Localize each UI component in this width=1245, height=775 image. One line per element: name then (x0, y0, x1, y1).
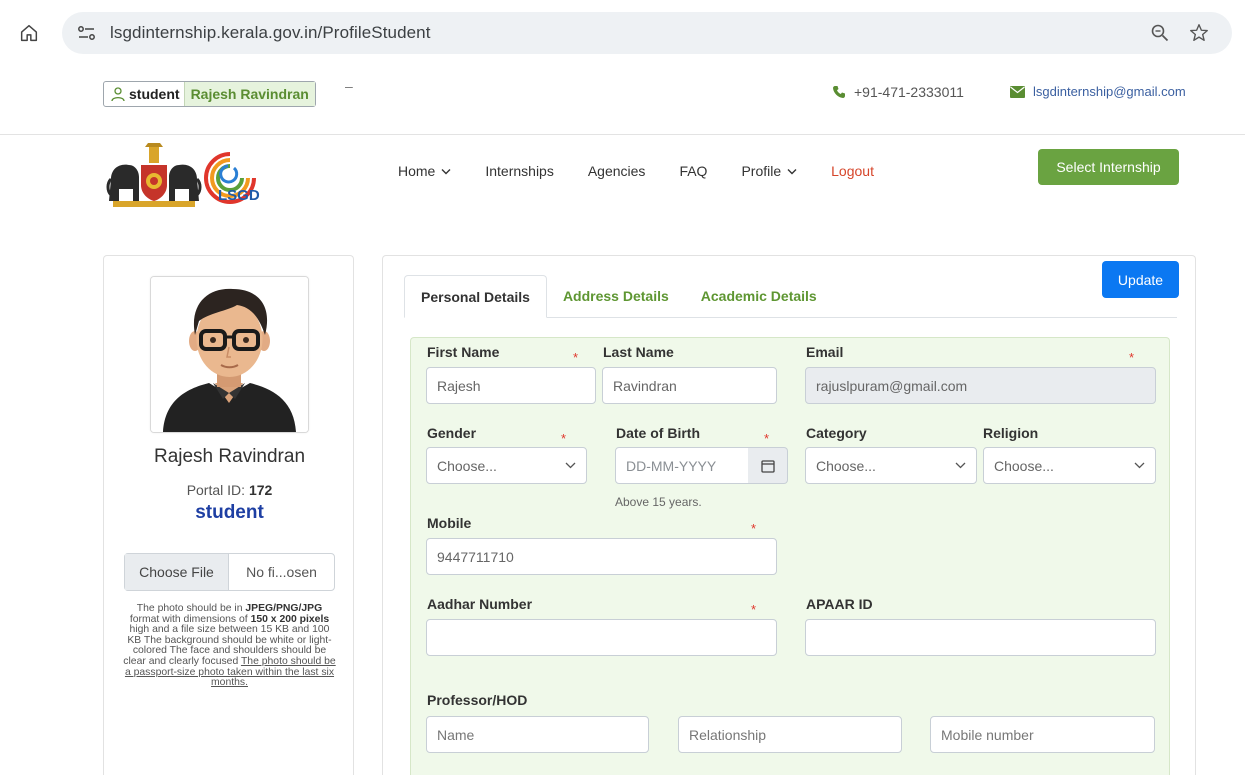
professor-label: Professor/HOD (427, 692, 528, 708)
nav-logout-label: Logout (831, 163, 874, 179)
dob-hint: Above 15 years. (615, 495, 702, 509)
bookmark-star-icon[interactable] (1188, 22, 1210, 44)
avatar-illustration (151, 277, 308, 432)
email-address: lsgdinternship@gmail.com (1033, 84, 1186, 99)
professor-mobile-input[interactable]: Mobile number (930, 716, 1155, 753)
calendar-button[interactable] (748, 447, 788, 484)
religion-select[interactable]: Choose... (983, 447, 1156, 484)
note-format: JPEG/PNG/JPG (245, 603, 323, 614)
choose-file-button[interactable]: Choose File (125, 554, 229, 590)
phone-icon (833, 86, 845, 98)
profile-role: student (195, 502, 264, 523)
photo-requirements-note: The photo should be in JPEG/PNG/JPG form… (122, 603, 337, 689)
photo-file-input[interactable]: Choose File No fi...osen (124, 553, 335, 591)
header-divider (0, 134, 1245, 135)
contact-phone[interactable]: +91-471-2333011 (832, 84, 964, 100)
category-select-value: Choose... (816, 457, 876, 474)
required-mark: * (751, 521, 757, 536)
professor-name-input[interactable]: Name (426, 716, 649, 753)
profile-sidebar: Rajesh Ravindran Portal ID: 172 student … (103, 255, 354, 775)
chevron-down-icon (565, 462, 576, 469)
email-label: Email (806, 344, 844, 360)
aadhar-label: Aadhar Number (427, 596, 533, 612)
tab-academic-details[interactable]: Academic Details (685, 275, 833, 317)
chevron-down-icon (955, 462, 966, 469)
chevron-down-icon (787, 168, 797, 174)
mobile-label: Mobile (427, 515, 472, 531)
apaar-input[interactable] (805, 619, 1156, 656)
nav-internships[interactable]: Internships (485, 163, 553, 179)
select-internship-button[interactable]: Select Internship (1038, 149, 1179, 185)
portal-id-label: Portal ID: (186, 482, 249, 498)
first-name-label: First Name (427, 344, 500, 360)
nav-logout[interactable]: Logout (831, 163, 874, 179)
dob-label: Date of Birth (616, 425, 700, 441)
first-name-input[interactable]: Rajesh (426, 367, 596, 404)
nav-profile[interactable]: Profile (741, 163, 797, 179)
required-mark: * (764, 431, 770, 446)
gender-label: Gender (427, 425, 477, 441)
file-status-text: No fi...osen (246, 564, 317, 580)
lsgd-logo[interactable]: LSGD (200, 148, 260, 208)
role-label: student (129, 86, 180, 102)
nav-agencies[interactable]: Agencies (588, 163, 646, 179)
dob-input[interactable]: DD-MM-YYYY (615, 447, 749, 484)
user-name-label: Rajesh Ravindran (183, 82, 315, 106)
envelope-icon (1010, 85, 1025, 98)
phone-number: +91-471-2333011 (854, 84, 964, 100)
email-input[interactable]: rajuslpuram@gmail.com (805, 367, 1156, 404)
note-text: format with dimensions of (129, 613, 251, 625)
gender-select-value: Choose... (437, 457, 497, 474)
religion-label: Religion (983, 425, 1039, 441)
address-bar[interactable]: lsgdinternship.kerala.gov.in/ProfileStud… (62, 12, 1232, 54)
profile-form-card: Update Personal Details Address Details … (382, 255, 1196, 775)
nav-faq[interactable]: FAQ (679, 163, 707, 179)
user-icon (111, 87, 125, 102)
mobile-input[interactable]: 9447711710 (426, 538, 777, 575)
nav-faq-label: FAQ (679, 163, 708, 179)
kerala-emblem-logo[interactable] (105, 143, 203, 209)
category-label: Category (806, 425, 867, 441)
chevron-down-icon (1134, 462, 1145, 469)
apaar-label: APAAR ID (806, 596, 873, 612)
tab-address-details[interactable]: Address Details (547, 275, 685, 317)
religion-select-value: Choose... (994, 457, 1054, 474)
required-mark: * (751, 602, 757, 617)
category-select[interactable]: Choose... (805, 447, 977, 484)
aadhar-input[interactable] (426, 619, 777, 656)
gender-select[interactable]: Choose... (426, 447, 587, 484)
last-name-label: Last Name (603, 344, 674, 360)
calendar-icon (760, 459, 775, 473)
nav-home[interactable]: Home (398, 163, 451, 179)
url-text[interactable]: lsgdinternship.kerala.gov.in/ProfileStud… (110, 23, 431, 43)
portal-id-value: 172 (248, 482, 273, 498)
home-icon[interactable] (18, 22, 40, 44)
chevron-down-icon (441, 168, 451, 174)
site-settings-icon[interactable] (76, 23, 98, 43)
tab-personal-details[interactable]: Personal Details (404, 275, 547, 318)
user-role-badge: student Rajesh Ravindran (103, 81, 316, 107)
profile-name: Rajesh Ravindran (153, 446, 306, 467)
portal-id: Portal ID: 172 (104, 482, 355, 498)
nav-profile-label: Profile (741, 163, 782, 179)
last-name-input[interactable]: Ravindran (602, 367, 777, 404)
avatar (150, 276, 309, 433)
lsgd-logo-text: LSGD (218, 187, 260, 204)
browser-toolbar: lsgdinternship.kerala.gov.in/ProfileStud… (0, 0, 1245, 66)
zoom-icon[interactable] (1150, 23, 1170, 43)
note-text: The photo should be in (136, 603, 246, 614)
separator-dash: – (345, 78, 353, 94)
contact-email[interactable]: lsgdinternship@gmail.com (1010, 84, 1186, 99)
nav-home-label: Home (398, 163, 436, 179)
nav-internships-label: Internships (485, 163, 554, 179)
personal-details-panel: First Name * Rajesh Last Name Ravindran … (410, 337, 1170, 775)
required-mark: * (561, 431, 567, 446)
required-mark: * (1129, 350, 1135, 365)
nav-agencies-label: Agencies (587, 163, 646, 179)
professor-relationship-input[interactable]: Relationship (678, 716, 902, 753)
required-mark: * (573, 350, 579, 365)
profile-tabs: Personal Details Address Details Academi… (404, 275, 1177, 318)
note-dimensions: 150 x 200 pixels (250, 613, 330, 625)
main-nav: Home Internships Agencies FAQ Profile Lo… (398, 163, 908, 179)
